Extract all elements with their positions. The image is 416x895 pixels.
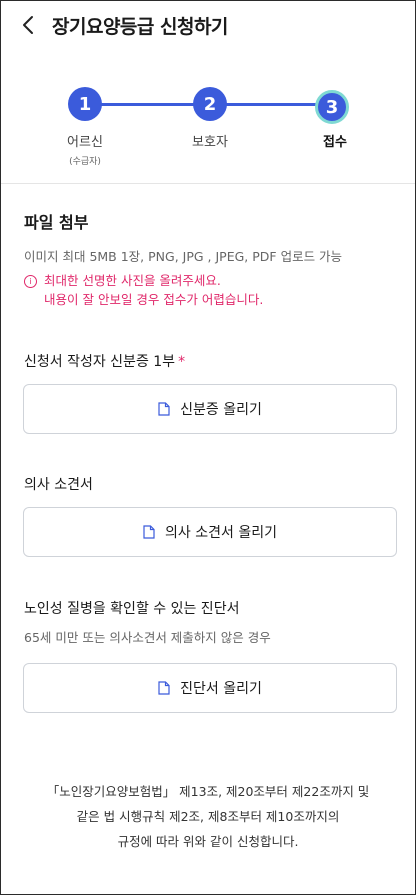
legal-line-2: 같은 법 시행규칙 제2조, 제8조부터 제10조까지의 (76, 809, 340, 824)
diagnosis-label: 노인성 질병을 확인할 수 있는 진단서 (24, 601, 240, 617)
step-1-sublabel: (수급자) (69, 157, 101, 167)
step-1-circle: 1 (68, 87, 102, 121)
step-3-circle: 3 (315, 90, 349, 124)
legal-line-1: 「노인장기요양보험법」 제13조, 제20조부터 제22조까지 및 (46, 784, 370, 799)
doctor-opinion-upload-button[interactable]: 의사 소견서 올리기 (23, 507, 397, 557)
warning-line-2: 내용이 잘 안보일 경우 접수가 어렵습니다. (44, 292, 264, 307)
attach-format-note: 이미지 최대 5MB 1장, PNG, JPG , JPEG, PDF 업로드 … (24, 249, 343, 264)
diagnosis-upload-label: 진단서 올리기 (180, 681, 262, 697)
legal-line-3: 규정에 따라 위와 같이 신청합니다. (117, 834, 299, 849)
attach-warning: i 최대한 선명한 사진을 올려주세요. 내용이 잘 안보일 경우 접수가 어렵습… (24, 271, 263, 309)
step-2-label: 보호자 (192, 135, 228, 150)
id-card-upload-button[interactable]: 신분증 올리기 (23, 384, 397, 434)
attach-title: 파일 첨부 (24, 213, 89, 232)
progress-stepper: 1 어르신 (수급자) 2 보호자 3 접수 (1, 87, 415, 177)
warning-line-1: 최대한 선명한 사진을 올려주세요. (44, 273, 221, 288)
back-arrow-icon[interactable] (19, 14, 39, 36)
doctor-opinion-upload-label: 의사 소견서 올리기 (165, 525, 277, 541)
id-card-label-text: 신청서 작성자 신분증 1부 (24, 354, 176, 370)
header: 장기요양등급 신청하기 (1, 1, 415, 51)
section-divider (1, 183, 415, 184)
required-mark: * (178, 354, 186, 370)
screen: 장기요양등급 신청하기 1 어르신 (수급자) 2 보호자 3 접수 파일 첨부… (0, 0, 416, 895)
info-icon: i (24, 275, 37, 288)
legal-notice: 「노인장기요양보험법」 제13조, 제20조부터 제22조까지 및 같은 법 시… (1, 779, 415, 854)
diagnosis-upload-button[interactable]: 진단서 올리기 (23, 663, 397, 713)
id-card-upload-label: 신분증 올리기 (180, 402, 262, 418)
step-3-label: 접수 (323, 135, 347, 150)
id-card-label: 신청서 작성자 신분증 1부 * (24, 351, 185, 371)
document-icon (143, 525, 155, 539)
doctor-opinion-label: 의사 소견서 (24, 477, 93, 493)
step-2-circle: 2 (193, 87, 227, 121)
stepper-connector (85, 103, 210, 106)
page-title: 장기요양등급 신청하기 (52, 16, 228, 38)
document-icon (158, 681, 170, 695)
document-icon (158, 402, 170, 416)
step-1-label: 어르신 (67, 135, 103, 150)
diagnosis-note: 65세 미만 또는 의사소견서 제출하지 않은 경우 (24, 630, 271, 645)
